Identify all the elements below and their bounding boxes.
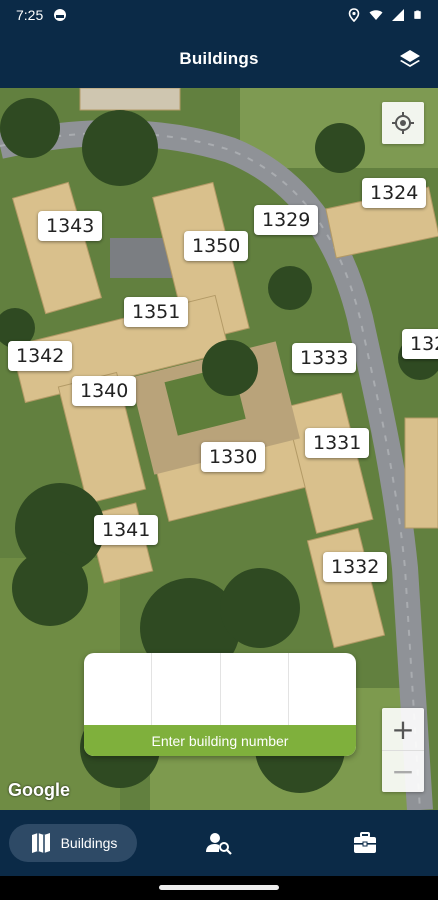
bottom-navigation: Buildings — [0, 810, 438, 876]
building-marker[interactable]: 1324 — [362, 178, 427, 208]
wifi-icon — [369, 10, 383, 20]
digit-input[interactable] — [84, 653, 153, 725]
digit-input-row — [84, 653, 356, 725]
building-marker[interactable]: 1329 — [254, 205, 319, 235]
nav-label-buildings: Buildings — [60, 835, 118, 851]
person-search-icon — [206, 833, 232, 855]
zoom-out-button[interactable]: − — [382, 750, 424, 792]
building-marker[interactable]: 1333 — [292, 343, 357, 373]
home-gesture-bar[interactable] — [159, 885, 279, 890]
building-marker[interactable]: 1330 — [201, 442, 266, 472]
location-icon — [348, 8, 360, 22]
battery-icon — [414, 10, 421, 19]
digit-input[interactable] — [289, 653, 356, 725]
app-bar: Buildings — [0, 30, 438, 88]
building-marker[interactable]: 1340 — [72, 376, 137, 406]
building-marker[interactable]: 1351 — [124, 297, 189, 327]
gesture-area — [0, 876, 438, 900]
zoom-in-button[interactable]: + — [382, 708, 424, 750]
page-title: Buildings — [179, 49, 259, 68]
layers-icon — [400, 50, 420, 67]
building-number-entry: Enter building number — [84, 653, 356, 756]
zoom-controls: + − — [382, 708, 424, 792]
building-marker[interactable]: 1342 — [8, 341, 73, 371]
my-location-button[interactable] — [382, 102, 424, 144]
briefcase-icon — [354, 832, 376, 853]
nav-item-buildings[interactable]: Buildings — [0, 824, 146, 862]
nav-item-person-search[interactable] — [146, 831, 292, 855]
satellite-map[interactable]: 1324 1343 1329 1350 1351 1342 1333 132 1… — [0, 88, 438, 810]
nav-item-briefcase[interactable] — [292, 832, 438, 854]
building-marker[interactable]: 1332 — [323, 552, 388, 582]
building-marker[interactable]: 1343 — [38, 211, 103, 241]
map-icon — [31, 833, 50, 853]
layers-button[interactable] — [398, 47, 422, 71]
digit-input[interactable] — [152, 653, 221, 725]
status-time: 7:25 — [16, 7, 44, 23]
entry-hint: Enter building number — [84, 725, 356, 756]
signal-icon — [392, 9, 404, 21]
google-attribution: Google — [8, 780, 70, 800]
building-marker[interactable]: 1331 — [305, 428, 370, 458]
nav-active-pill: Buildings — [8, 824, 138, 862]
digit-input[interactable] — [221, 653, 289, 725]
building-marker[interactable]: 132 — [402, 329, 438, 359]
status-bar: 7:25 — [0, 0, 438, 30]
app-notification-icon — [54, 9, 67, 21]
building-marker[interactable]: 1341 — [94, 515, 159, 545]
crosshair-icon — [392, 112, 414, 134]
building-marker[interactable]: 1350 — [184, 231, 249, 261]
